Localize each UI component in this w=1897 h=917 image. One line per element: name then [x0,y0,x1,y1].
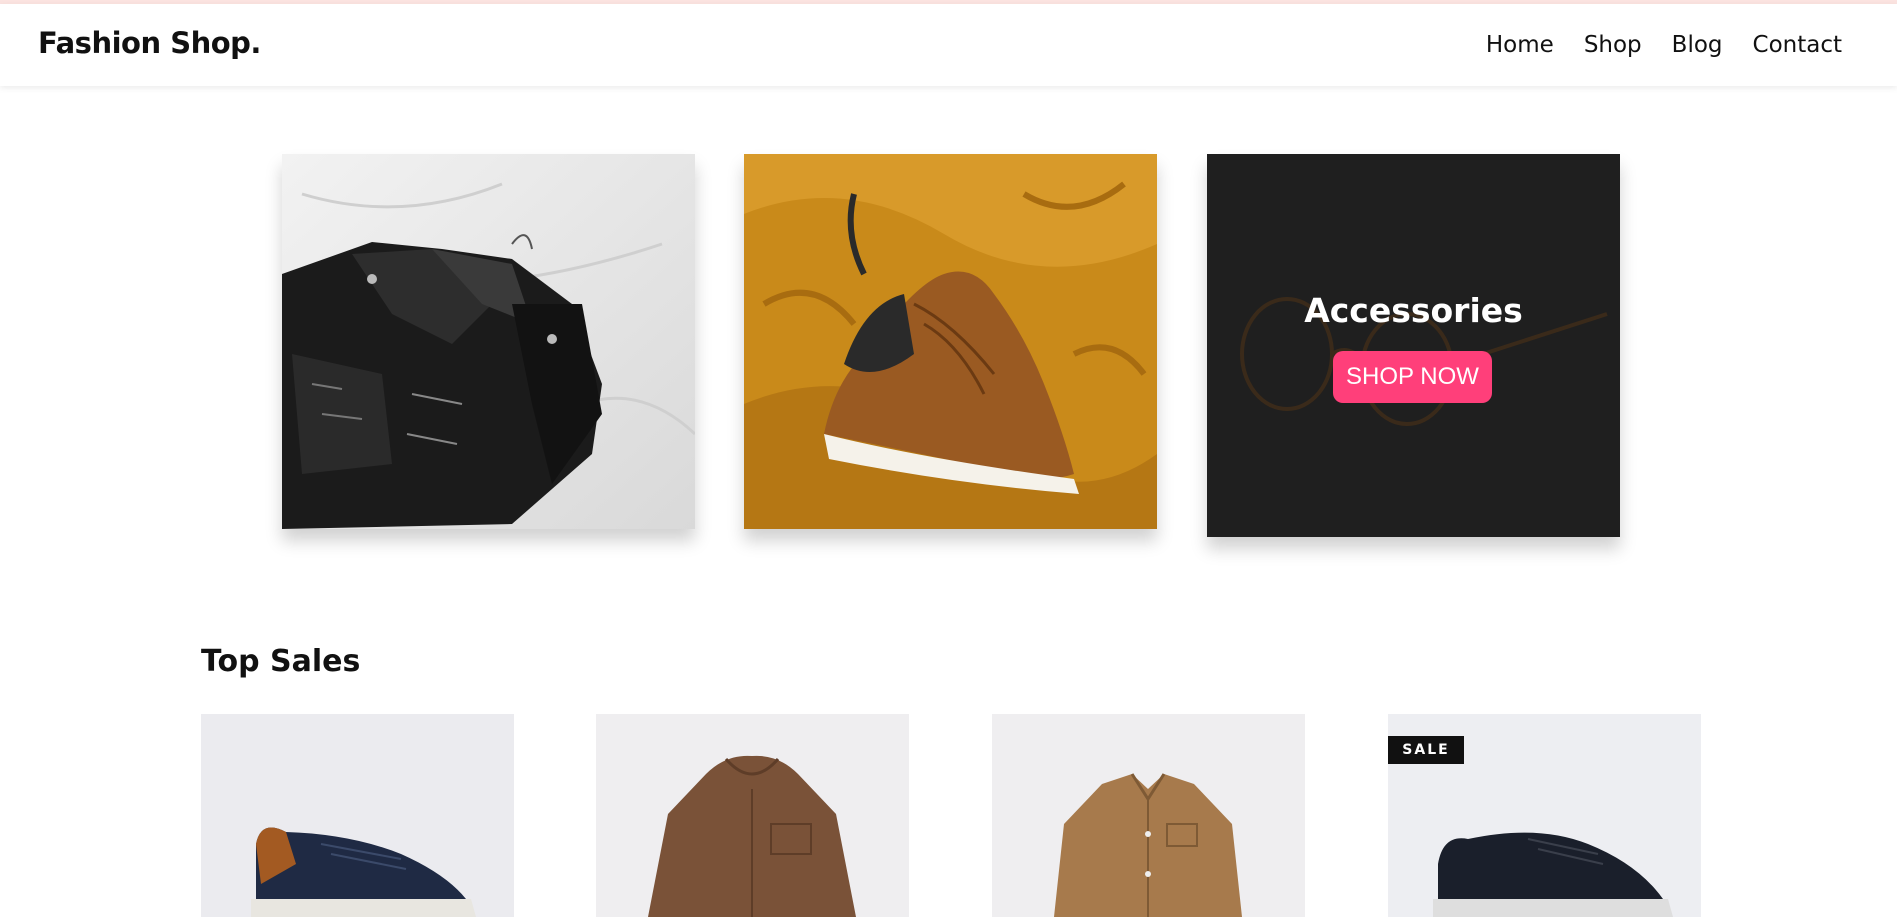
category-card-accessories[interactable]: Accessories SHOP NOW [1207,154,1620,537]
nav-contact[interactable]: Contact [1753,32,1842,58]
category-cards: Accessories SHOP NOW [282,154,1620,554]
tan-shirt-jacket-image [1054,773,1242,917]
main-nav: Home Shop Blog Contact [1486,32,1842,58]
site-logo[interactable]: Fashion Shop. [38,26,261,60]
top-sales-title: Top Sales [201,644,361,679]
category-card-sneakers[interactable] [744,154,1157,529]
product-card[interactable]: SALE [1388,714,1701,917]
sneaker-image [744,154,1157,529]
nav-home[interactable]: Home [1486,32,1554,58]
nav-blog[interactable]: Blog [1672,32,1723,58]
product-card[interactable] [596,714,909,917]
leather-jacket-image [282,154,695,529]
accessories-title: Accessories [1304,291,1523,330]
top-sales-grid: SALE [201,714,1701,917]
sale-badge: SALE [1388,736,1464,764]
category-card-jacket[interactable] [282,154,695,529]
nav-shop[interactable]: Shop [1584,32,1642,58]
site-header: Fashion Shop. Home Shop Blog Contact [0,4,1897,86]
brown-hoodie-jacket-image [648,755,856,917]
product-card[interactable] [992,714,1305,917]
sunglasses-image [1207,154,1620,537]
navy-sneaker-image [251,827,476,917]
product-card[interactable] [201,714,514,917]
shop-now-button[interactable]: SHOP NOW [1333,351,1492,403]
